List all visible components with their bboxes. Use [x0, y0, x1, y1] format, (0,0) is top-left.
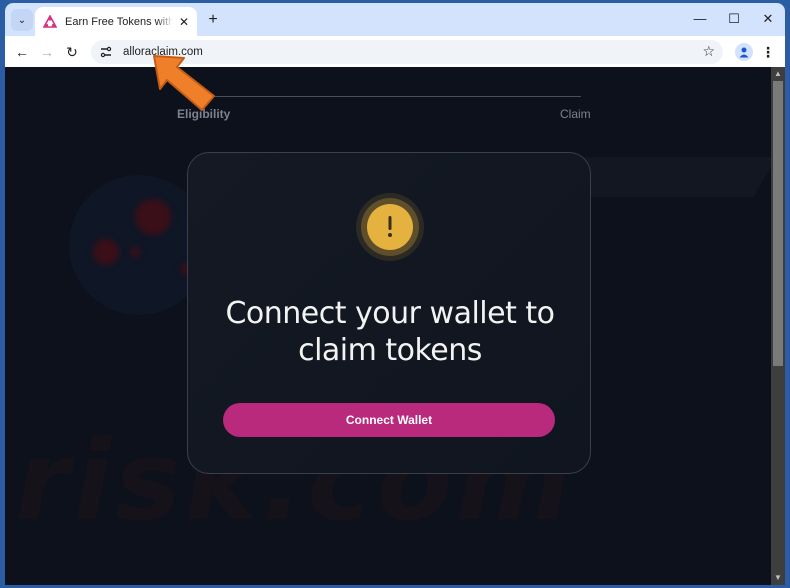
- close-window-button[interactable]: ✕: [753, 9, 783, 29]
- warning-icon-ring: [361, 198, 419, 256]
- scrollbar-thumb[interactable]: [773, 81, 783, 366]
- new-tab-button[interactable]: +: [203, 10, 223, 30]
- step-claim: Claim: [560, 107, 591, 121]
- browser-tab[interactable]: Earn Free Tokens with the Allora ✕: [35, 7, 197, 36]
- tab-search-button[interactable]: ⌄: [11, 9, 33, 31]
- step-progress-line: [215, 96, 581, 97]
- browser-menu-button[interactable]: ⋮: [761, 41, 775, 63]
- bookmark-star-icon[interactable]: ☆: [702, 43, 715, 60]
- browser-window: ⌄ Earn Free Tokens with the Allora ✕ + —…: [5, 3, 785, 585]
- background-dot: [130, 247, 140, 257]
- vertical-scrollbar[interactable]: ▲ ▼: [771, 67, 785, 585]
- card-title: Connect your wallet to claim tokens: [188, 295, 592, 369]
- allora-triangle-icon: [43, 14, 57, 28]
- background-dot: [135, 199, 171, 235]
- chevron-down-icon: ⌄: [17, 14, 27, 26]
- scroll-up-arrow-icon[interactable]: ▲: [771, 67, 785, 81]
- connect-wallet-card: Connect your wallet to claim tokens Conn…: [187, 152, 591, 474]
- warning-icon-halo: [356, 193, 424, 261]
- minimize-button[interactable]: —: [685, 9, 715, 29]
- reload-button[interactable]: ↻: [61, 41, 83, 63]
- page-content: risk.com Eligibility Claim Connect your …: [5, 67, 771, 585]
- tab-strip: ⌄ Earn Free Tokens with the Allora ✕ + —…: [5, 3, 785, 36]
- card-title-line2: claim tokens: [298, 333, 482, 368]
- warning-icon: [367, 204, 413, 250]
- maximize-button[interactable]: ☐: [719, 9, 749, 29]
- forward-button[interactable]: →: [36, 41, 58, 63]
- background-dot: [93, 239, 119, 265]
- annotation-arrow-icon: [153, 55, 215, 111]
- site-info-icon[interactable]: [99, 45, 113, 59]
- scroll-down-arrow-icon[interactable]: ▼: [771, 571, 785, 585]
- profile-avatar[interactable]: [735, 43, 753, 61]
- browser-toolbar: ← → ↻ alloraclaim.com ☆ ⋮: [5, 36, 785, 67]
- person-icon: [739, 47, 749, 58]
- card-title-line1: Connect your wallet to: [225, 296, 555, 331]
- tab-close-icon[interactable]: ✕: [179, 15, 189, 29]
- connect-wallet-button[interactable]: Connect Wallet: [223, 403, 555, 437]
- tab-title: Earn Free Tokens with the Allora: [65, 15, 173, 28]
- back-button[interactable]: ←: [11, 41, 33, 63]
